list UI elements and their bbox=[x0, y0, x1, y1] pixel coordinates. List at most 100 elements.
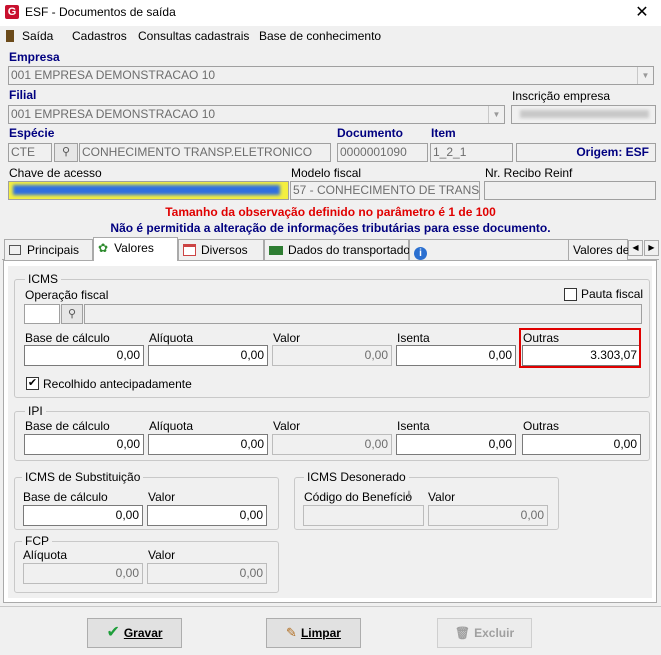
icms-st-base-input[interactable]: 0,00 bbox=[23, 505, 143, 526]
tab-dados-transportador[interactable]: Dados do transportador bbox=[264, 239, 414, 260]
ipi-base-label: Base de cálculo bbox=[25, 419, 110, 433]
fcp-aliquota-label: Alíquota bbox=[23, 548, 68, 562]
icms-st-valor-input[interactable]: 0,00 bbox=[147, 505, 267, 526]
menu-saida[interactable]: Saída bbox=[22, 29, 53, 43]
ipi-title: IPI bbox=[25, 404, 46, 418]
icms-des-codigo-input bbox=[303, 505, 424, 526]
documento-label: Documento bbox=[337, 126, 403, 140]
pauta-checkbox[interactable] bbox=[564, 288, 577, 301]
tab-scroll-right-icon[interactable]: ▶ bbox=[644, 240, 659, 256]
menu-cadastros[interactable]: Cadastros bbox=[72, 29, 127, 43]
tab-info[interactable]: i bbox=[409, 239, 569, 260]
icms-des-valor-label: Valor bbox=[428, 490, 456, 504]
truck-icon bbox=[269, 246, 283, 255]
fcp-valor-label: Valor bbox=[148, 548, 176, 562]
icms-valor-input: 0,00 bbox=[272, 345, 392, 366]
inscricao-blurred bbox=[520, 110, 649, 118]
ipi-valor-label: Valor bbox=[273, 419, 301, 433]
outras-highlight-box bbox=[519, 328, 641, 368]
gravar-button[interactable]: ✔ Gravar bbox=[87, 618, 182, 648]
bottom-divider bbox=[0, 606, 661, 607]
icms-aliquota-label: Alíquota bbox=[149, 331, 194, 345]
filial-label: Filial bbox=[9, 88, 37, 102]
especie-search-icon[interactable]: ⚲ bbox=[54, 143, 78, 162]
operacao-label: Operação fiscal bbox=[25, 288, 109, 302]
operacao-search-icon[interactable]: ⚲ bbox=[61, 304, 83, 324]
message-line1: Tamanho da observação definido no parâme… bbox=[165, 205, 496, 219]
inscricao-field bbox=[511, 105, 656, 124]
ipi-aliquota-label: Alíquota bbox=[149, 419, 194, 433]
modelo-label: Modelo fiscal bbox=[291, 166, 362, 180]
fcp-title: FCP bbox=[22, 534, 52, 548]
icms-base-input[interactable]: 0,00 bbox=[24, 345, 144, 366]
limpar-button[interactable]: ✎ Limpar bbox=[266, 618, 361, 648]
pauta-label: Pauta fiscal bbox=[581, 287, 644, 301]
check-icon: ✔ bbox=[106, 624, 120, 641]
chave-blurred bbox=[13, 185, 280, 195]
icms-des-codigo-label: Código do Benefício bbox=[304, 490, 413, 504]
icms-isenta-input[interactable]: 0,00 bbox=[396, 345, 516, 366]
empresa-label: Empresa bbox=[9, 50, 60, 64]
menu-door-icon bbox=[6, 30, 14, 42]
icms-des-valor-input: 0,00 bbox=[428, 505, 548, 526]
icms-st-valor-label: Valor bbox=[148, 490, 176, 504]
info-icon: i bbox=[414, 247, 427, 260]
icms-title: ICMS bbox=[25, 272, 61, 286]
app-icon: G bbox=[5, 5, 19, 19]
recibo-label: Nr. Recibo Reinf bbox=[485, 166, 573, 180]
empresa-value: 001 EMPRESA DEMONSTRACAO 10 bbox=[11, 68, 216, 82]
ipi-base-input[interactable]: 0,00 bbox=[24, 434, 144, 455]
excluir-button: 🗑 Excluir bbox=[437, 618, 532, 648]
close-icon[interactable]: ✕ bbox=[628, 2, 656, 24]
ipi-outras-label: Outras bbox=[523, 419, 560, 433]
item-label: Item bbox=[431, 126, 456, 140]
especie-label: Espécie bbox=[9, 126, 55, 140]
limpar-label: Limpar bbox=[300, 626, 341, 640]
sort-down-icon: ⇓ bbox=[405, 490, 414, 501]
ipi-aliquota-input[interactable]: 0,00 bbox=[148, 434, 268, 455]
recibo-field bbox=[484, 181, 656, 200]
empresa-dropdown-icon[interactable]: ▼ bbox=[637, 67, 653, 84]
trash-icon: 🗑 bbox=[454, 626, 471, 640]
excluir-label: Excluir bbox=[474, 626, 515, 640]
chave-field bbox=[8, 181, 289, 200]
filial-dropdown-icon[interactable]: ▼ bbox=[488, 106, 504, 123]
origem-badge: Origem: ESF bbox=[516, 143, 656, 162]
valores-icon: ✿ bbox=[98, 241, 109, 255]
recolhido-checkbox[interactable]: ✔ bbox=[26, 377, 39, 390]
filial-select[interactable]: 001 EMPRESA DEMONSTRACAO 10 bbox=[8, 105, 505, 124]
especie-code-field[interactable]: CTE bbox=[8, 143, 52, 162]
tab-diversos[interactable]: Diversos bbox=[178, 239, 264, 260]
tab-valores-de[interactable]: Valores de bbox=[568, 239, 629, 260]
menu-base-conhecimento[interactable]: Base de conhecimento bbox=[259, 29, 381, 43]
icms-des-title: ICMS Desonerado bbox=[304, 470, 409, 484]
tab-diversos-label: Diversos bbox=[201, 243, 248, 257]
tab-transportador-label: Dados do transportador bbox=[288, 243, 415, 257]
icms-st-title: ICMS de Substituição bbox=[22, 470, 144, 484]
icms-base-label: Base de cálculo bbox=[25, 331, 110, 345]
tab-principais-label: Principais bbox=[27, 243, 80, 257]
icms-valor-label: Valor bbox=[273, 331, 301, 345]
menu-consultas[interactable]: Consultas cadastrais bbox=[138, 29, 249, 43]
operacao-code-field[interactable] bbox=[24, 304, 60, 324]
tab-principais[interactable]: Principais bbox=[4, 239, 93, 260]
fcp-valor-input: 0,00 bbox=[147, 563, 267, 584]
inscricao-label: Inscrição empresa bbox=[512, 89, 611, 103]
chave-label: Chave de acesso bbox=[9, 166, 102, 180]
icms-isenta-label: Isenta bbox=[397, 331, 430, 345]
window-title: ESF - Documentos de saída bbox=[25, 5, 176, 19]
item-field: 1_2_1 bbox=[430, 143, 513, 162]
icms-st-base-label: Base de cálculo bbox=[23, 490, 108, 504]
operacao-desc-field bbox=[84, 304, 642, 324]
recolhido-label: Recolhido antecipadamente bbox=[43, 377, 192, 391]
tab-scroll-left-icon[interactable]: ◀ bbox=[628, 240, 643, 256]
tab-valores[interactable]: ✿ Valores bbox=[93, 237, 178, 261]
empresa-select[interactable]: 001 EMPRESA DEMONSTRACAO 10 bbox=[8, 66, 654, 85]
principais-icon bbox=[9, 245, 21, 255]
ipi-valor-input: 0,00 bbox=[272, 434, 392, 455]
ipi-isenta-input[interactable]: 0,00 bbox=[396, 434, 516, 455]
especie-desc-field: CONHECIMENTO TRANSP.ELETRONICO bbox=[79, 143, 331, 162]
ipi-isenta-label: Isenta bbox=[397, 419, 430, 433]
icms-aliquota-input[interactable]: 0,00 bbox=[148, 345, 268, 366]
ipi-outras-input[interactable]: 0,00 bbox=[522, 434, 641, 455]
